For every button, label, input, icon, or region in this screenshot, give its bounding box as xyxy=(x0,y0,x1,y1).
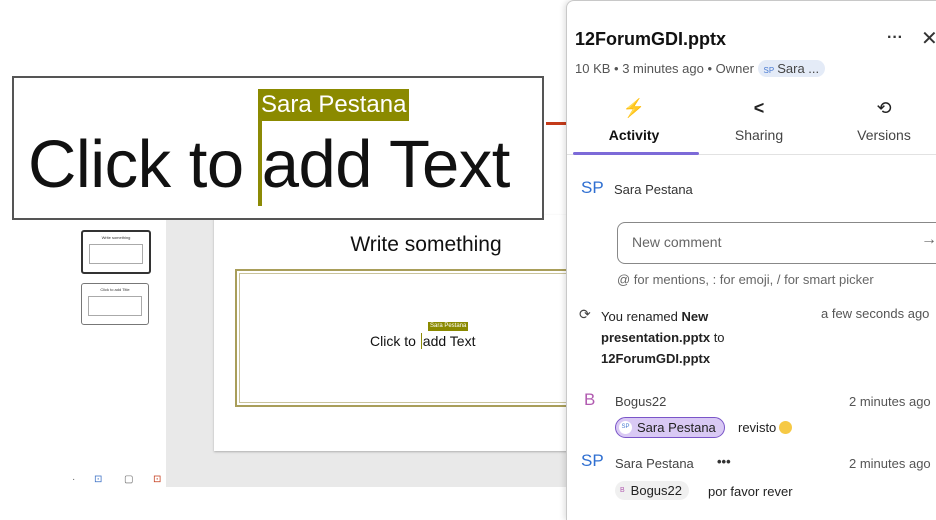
file-meta-text: 10 KB • 3 minutes ago • Owner xyxy=(575,61,754,76)
activity-new-name: 12ForumGDI.pptx xyxy=(601,351,711,366)
current-user-name: Sara Pestana xyxy=(614,182,693,197)
delete-slide-icon[interactable]: ⊡ xyxy=(153,474,161,485)
thumbnail-title: Click to add Title xyxy=(100,287,130,292)
comment-author-name: Bogus22 xyxy=(615,394,667,409)
comment-time: 2 minutes ago xyxy=(849,456,931,471)
thumbnail-body xyxy=(89,244,143,264)
current-user-avatar: SP xyxy=(581,178,604,197)
mention-avatar: B xyxy=(620,487,625,494)
mention-avatar: SP xyxy=(619,421,632,434)
collaborator-cursor-label-zoomed: Sara Pestana xyxy=(258,89,410,121)
duplicate-slide-icon[interactable]: ▢ xyxy=(124,474,133,485)
comment-author-avatar: SP xyxy=(581,451,604,470)
slide-canvas[interactable]: Write something Sara Pestana Click to ad… xyxy=(214,215,615,451)
owner-chip[interactable]: SP Sara ... xyxy=(757,60,826,77)
tab-versions[interactable]: ⟲ Versions xyxy=(824,97,936,143)
tab-activity[interactable]: ⚡ Activity xyxy=(574,97,694,143)
thumbnail-body xyxy=(88,296,142,316)
user-mention[interactable]: B Bogus22 xyxy=(615,481,689,500)
comment-body: revisto xyxy=(738,420,777,435)
comment-author-avatar: B xyxy=(584,390,596,409)
body-text-after: add Text xyxy=(422,333,476,349)
more-options-icon[interactable]: ··· xyxy=(887,29,903,47)
send-comment-icon[interactable]: → xyxy=(921,231,936,249)
mention-name: Sara Pestana xyxy=(637,420,716,435)
body-text-before: Click to xyxy=(370,333,420,349)
new-comment-input[interactable] xyxy=(630,233,894,251)
owner-name: Sara ... xyxy=(777,61,820,76)
tab-label: Sharing xyxy=(734,127,784,143)
comment-time: 2 minutes ago xyxy=(849,394,931,409)
share-icon: < xyxy=(753,98,765,118)
slide-body-text[interactable]: Click to add Text xyxy=(370,333,475,349)
slide-thumbnail-1[interactable]: Write something xyxy=(81,230,151,274)
tab-label: Versions xyxy=(857,127,911,143)
tab-sharing[interactable]: < Sharing xyxy=(699,97,819,143)
tab-label: Activity xyxy=(608,127,660,143)
history-icon: ⟲ xyxy=(876,98,892,118)
user-mention[interactable]: SP Sara Pestana xyxy=(615,417,725,438)
activity-prefix: You renamed xyxy=(601,309,682,324)
zoom-callout: Sara Pestana Click to add Text xyxy=(12,76,544,220)
owner-avatar: SP xyxy=(763,66,775,75)
collaborator-cursor xyxy=(420,333,422,349)
comment-text: por favor rever xyxy=(708,484,793,499)
comment-author-name: Sara Pestana xyxy=(615,456,694,471)
active-tab-indicator xyxy=(573,152,699,155)
collaborator-cursor-label: Sara Pestana xyxy=(428,322,469,331)
comment-text: revisto xyxy=(738,420,793,435)
toolbar-accent-strip xyxy=(546,122,566,125)
slide-thumbnail-2[interactable]: Click to add Title xyxy=(81,283,149,325)
slide-body-placeholder[interactable]: Sara Pestana Click to add Text xyxy=(235,269,615,407)
activity-time: a few seconds ago xyxy=(821,306,930,321)
file-details-panel: 12ForumGDI.pptx ··· ✕ 10 KB • 3 minutes … xyxy=(566,0,936,520)
panel-tabs: ⚡ Activity < Sharing ⟲ Versions xyxy=(567,97,936,157)
activity-middle: to xyxy=(710,330,725,345)
comment-more-icon[interactable]: ••• xyxy=(717,454,731,469)
zoomed-body-text: Click to add Text xyxy=(28,127,510,202)
comment-hint: @ for mentions, : for emoji, / for smart… xyxy=(617,272,874,287)
thumbnail-title: Write something xyxy=(101,235,131,240)
dot-icon: · xyxy=(72,474,76,485)
mention-name: Bogus22 xyxy=(630,483,682,498)
comment-box[interactable]: → xyxy=(617,222,936,264)
grinning-emoji-icon xyxy=(779,421,793,434)
bolt-icon: ⚡ xyxy=(622,98,646,118)
activity-text: You renamed New presentation.pptx to 12Fo… xyxy=(601,306,801,369)
new-slide-icon[interactable]: ⊡ xyxy=(94,474,102,485)
file-name: 12ForumGDI.pptx xyxy=(575,29,727,49)
slide-thumbnail-strip: Write something Click to add Title xyxy=(0,215,166,487)
rename-icon: ⟳ xyxy=(579,306,591,322)
close-icon[interactable]: ✕ xyxy=(921,26,936,51)
file-meta: 10 KB • 3 minutes ago • Owner SP Sara ... xyxy=(575,60,826,77)
